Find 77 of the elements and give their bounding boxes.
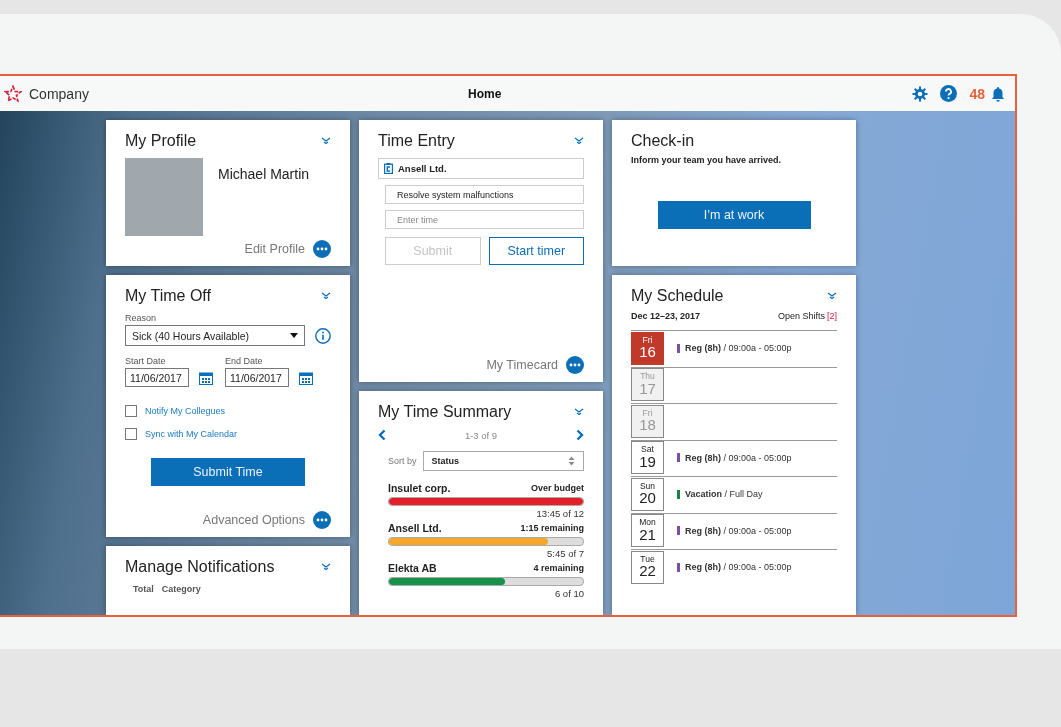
date-range: Dec 12–23, 2017 (631, 311, 701, 321)
card-title: Time Entry (378, 132, 455, 150)
page-title: Home (468, 86, 502, 101)
shift-entry: Reg (8h) / 09:00a - 05:00p (685, 343, 792, 353)
shift-entry: Reg (8h) / 09:00a - 05:00p (685, 562, 792, 572)
chevron-left-icon[interactable] (378, 429, 386, 441)
reason-label: Reason (125, 313, 158, 323)
chevron-down-icon[interactable] (574, 408, 584, 416)
page-range: 1-3 of 9 (464, 429, 498, 441)
time-input[interactable]: Enter time (385, 210, 584, 229)
calendar-icon[interactable] (199, 370, 213, 385)
check-in-message: Inform your team you have arrived. (631, 155, 783, 165)
date-tile[interactable]: Fri 16 (631, 331, 664, 365)
shift-entry: Vacation / Full Day (685, 489, 763, 499)
hours-detail: 5:45 of 7 (547, 548, 584, 559)
edit-profile-link[interactable]: Edit Profile (244, 242, 305, 256)
more-icon[interactable] (313, 240, 331, 258)
help-icon[interactable] (940, 85, 958, 102)
more-icon[interactable] (566, 356, 584, 374)
card-title: My Profile (125, 132, 197, 150)
column-header: Category (161, 584, 201, 594)
start-date-label: Start Date (125, 356, 167, 366)
advanced-options-link[interactable]: Advanced Options (202, 513, 305, 527)
checkbox-label[interactable]: Sync with My Calendar (145, 429, 238, 439)
budget-status: 4 remaining (533, 563, 584, 573)
timecard-link[interactable]: My Timecard (486, 358, 558, 372)
submit-time-button[interactable]: Submit Time (151, 458, 305, 486)
column-header: Total (133, 584, 154, 594)
end-date-label: End Date (225, 356, 264, 366)
client-field[interactable]: Ansell Ltd. (378, 158, 584, 179)
date-tile[interactable]: Sun 20 (631, 477, 664, 511)
bell-icon[interactable] (991, 85, 1005, 102)
checkbox[interactable] (125, 405, 137, 417)
sort-label: Sort by (388, 456, 417, 466)
chevron-down-icon[interactable] (574, 137, 584, 145)
sort-arrows-icon (568, 456, 575, 466)
calendar-icon[interactable] (299, 370, 313, 385)
more-icon[interactable] (313, 511, 331, 529)
card-title: My Time Off (125, 287, 211, 305)
date-tile[interactable]: Sat 19 (631, 441, 664, 474)
star-logo-icon (4, 84, 22, 103)
start-date-field[interactable]: 11/06/2017 (125, 368, 189, 387)
project-name: Elekta AB (388, 562, 437, 574)
clipboard-icon (384, 163, 393, 174)
hours-detail: 13:45 of 12 (536, 508, 584, 519)
chevron-down-icon[interactable] (321, 292, 331, 300)
budget-status: Over budget (531, 483, 584, 493)
card-title: My Time Summary (378, 403, 512, 421)
info-icon[interactable] (315, 327, 331, 344)
chevron-right-icon[interactable] (576, 429, 584, 441)
checkbox[interactable] (125, 428, 137, 440)
task-field[interactable]: Resolve system malfunctions (385, 185, 584, 204)
date-tile[interactable]: Mon 21 (631, 514, 664, 547)
card-title: Manage Notifications (125, 558, 275, 576)
chevron-down-icon[interactable] (827, 292, 837, 300)
company-name: Company (29, 85, 89, 102)
end-date-field[interactable]: 11/06/2017 (225, 368, 289, 387)
budget-status: 1:15 remaining (520, 523, 584, 533)
sort-dropdown[interactable]: Status (422, 451, 584, 471)
reason-dropdown[interactable]: Sick (40 Hours Available) (125, 325, 305, 346)
chevron-down-icon[interactable] (321, 137, 331, 145)
chevron-down-icon[interactable] (321, 563, 331, 571)
at-work-button[interactable]: I’m at work (657, 201, 811, 229)
hours-detail: 6 of 10 (554, 588, 584, 599)
checkbox-label[interactable]: Notify My Collegues (145, 406, 226, 416)
open-shifts-count: [2] (827, 311, 837, 321)
open-shifts-label[interactable]: Open Shifts (777, 311, 825, 321)
profile-name: Michael Martin (218, 166, 310, 184)
card-title: My Schedule (631, 287, 724, 305)
project-name: Insulet corp. (388, 482, 451, 494)
project-name: Ansell Ltd. (388, 522, 442, 534)
start-timer-button[interactable]: Start timer (488, 237, 584, 265)
card-title: Check-in (631, 132, 695, 150)
shift-entry: Reg (8h) / 09:00a - 05:00p (685, 452, 792, 463)
notification-count: 48 (969, 85, 985, 102)
shift-entry: Reg (8h) / 09:00a - 05:00p (685, 525, 792, 536)
date-tile[interactable]: Tue 22 (631, 550, 664, 584)
